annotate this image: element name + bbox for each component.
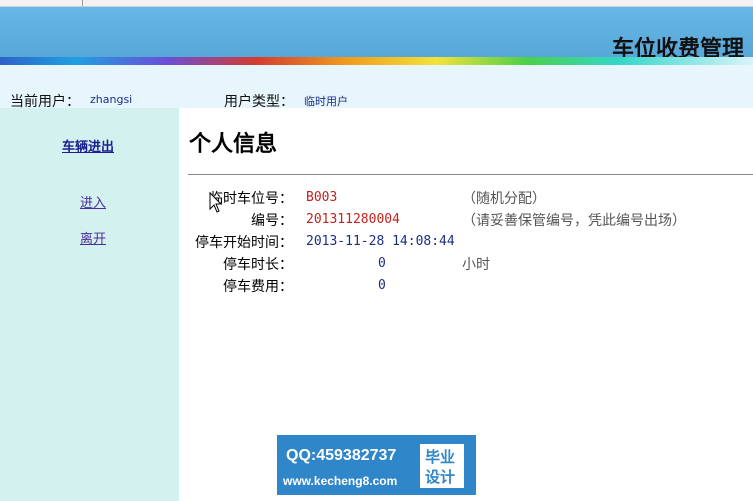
mouse-cursor-icon xyxy=(209,192,223,213)
browser-top-strip xyxy=(0,0,753,7)
watermark: QQ:459382737 www.kecheng8.com 毕业 设计 xyxy=(277,435,476,495)
watermark-badge-line2: 设计 xyxy=(425,468,456,486)
user-bar: 当前用户： zhangsi 用户类型： 临时用户 xyxy=(0,65,753,110)
field-note-spot: （随机分配） xyxy=(462,191,546,207)
field-value-number: 201311280004 xyxy=(306,212,400,227)
watermark-badge: 毕业 设计 xyxy=(420,444,464,488)
field-value-fee: 0 xyxy=(378,278,386,293)
page-title: 个人信息 xyxy=(189,131,278,157)
watermark-qq: QQ:459382737 xyxy=(286,447,397,464)
user-type-value: 临时用户 xyxy=(304,95,348,108)
watermark-url: www.kecheng8.com xyxy=(283,474,398,488)
title-divider xyxy=(188,174,753,175)
field-value-start-time: 2013-11-28 14:08:44 xyxy=(306,234,455,249)
sidebar-item-enter[interactable]: 进入 xyxy=(80,192,106,211)
strip-divider xyxy=(82,0,83,6)
sidebar: 车辆进出 进入 离开 xyxy=(0,108,179,501)
field-note-duration: 小时 xyxy=(462,257,490,273)
current-user-value: zhangsi xyxy=(90,93,133,106)
field-note-number: （请妥善保管编号，凭此编号出场） xyxy=(462,213,686,229)
page-header: 车位收费管理 xyxy=(0,7,753,62)
sidebar-heading-vehicle[interactable]: 车辆进出 xyxy=(62,136,114,155)
field-label-start-time: 停车开始时间： xyxy=(195,235,293,251)
user-type-label: 用户类型： xyxy=(224,94,294,110)
field-label-duration: 停车时长： xyxy=(223,257,293,273)
watermark-badge-line1: 毕业 xyxy=(425,448,456,466)
field-label-number: 编号： xyxy=(251,213,293,229)
field-value-duration: 0 xyxy=(378,256,386,271)
field-label-fee: 停车费用： xyxy=(223,279,293,295)
rainbow-divider xyxy=(0,57,753,65)
sidebar-item-leave[interactable]: 离开 xyxy=(80,228,106,247)
field-value-spot: B003 xyxy=(306,190,338,205)
